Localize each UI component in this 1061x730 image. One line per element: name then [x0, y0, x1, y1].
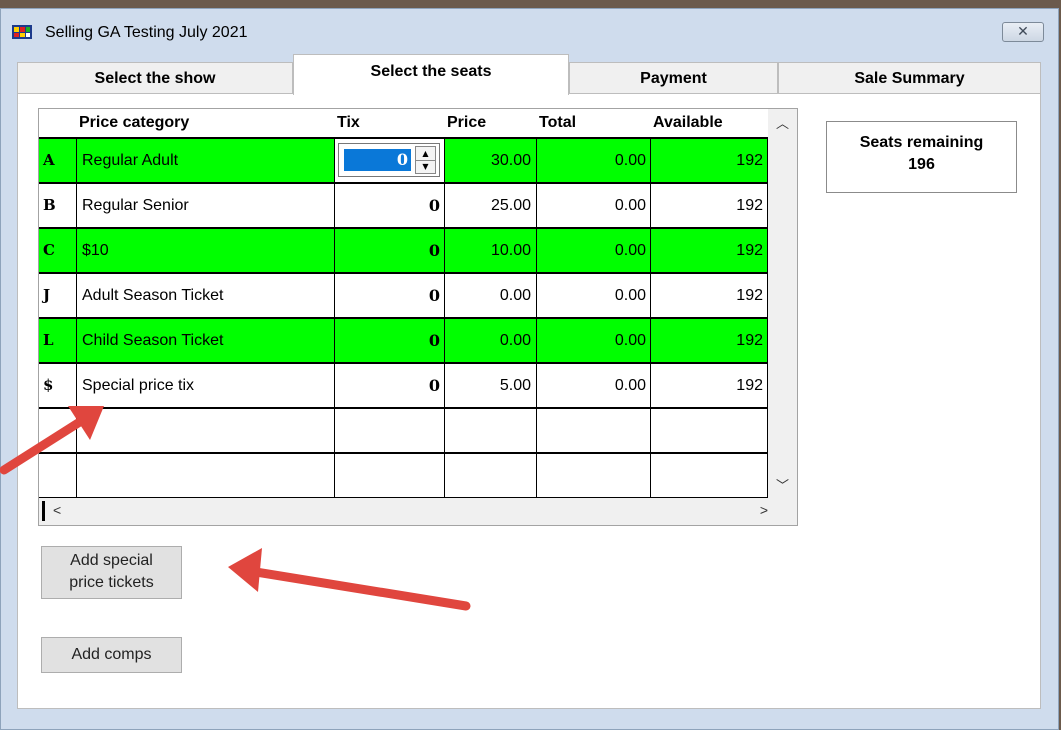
seats-remaining-label: Seats remaining [859, 134, 984, 151]
select-seats-panel: Price category Tix Price Total Available… [17, 93, 1041, 709]
row-category[interactable]: Child Season Ticket [76, 319, 334, 362]
row-available: 192 [650, 274, 768, 317]
row-code [39, 454, 76, 497]
window-title: Selling GA Testing July 2021 [45, 24, 248, 41]
row-code: J [43, 286, 51, 304]
row-available: 192 [650, 364, 768, 407]
scroll-right-icon[interactable]: > [760, 502, 768, 518]
column-header-available[interactable]: Available [650, 109, 768, 137]
table-row[interactable]: J Adult Season Ticket 0 0.00 0.00 192 [39, 272, 768, 317]
row-available [650, 409, 768, 452]
row-available: 192 [650, 319, 768, 362]
row-code: L [43, 331, 54, 349]
tab-select-show[interactable]: Select the show [17, 62, 293, 94]
row-total: 0.00 [536, 274, 650, 317]
row-price [444, 409, 536, 452]
row-category[interactable]: Regular Senior [76, 184, 334, 227]
scroll-up-icon[interactable]: ︿ [768, 113, 797, 133]
row-price: 0.00 [444, 319, 536, 362]
row-category[interactable]: $10 [76, 229, 334, 272]
row-code: A [43, 151, 55, 169]
ticket-sale-window: Selling GA Testing July 2021 ✕ Select th… [0, 8, 1059, 730]
add-comps-button[interactable]: Add comps [41, 637, 182, 673]
tix-quantity-stepper[interactable]: 0 ▲ ▼ [338, 143, 440, 177]
row-price: 0.00 [444, 274, 536, 317]
table-row[interactable]: C $10 0 10.00 0.00 192 [39, 227, 768, 272]
row-tix[interactable] [334, 409, 444, 452]
row-total: 0.00 [536, 184, 650, 227]
row-price: 30.00 [444, 139, 536, 182]
row-available: 192 [650, 184, 768, 227]
row-category[interactable]: Special price tix [76, 364, 334, 407]
vertical-scrollbar[interactable]: ︿ ﹀ [768, 109, 797, 499]
row-code: B [43, 196, 56, 214]
scroll-left-icon[interactable]: < [53, 502, 61, 518]
row-code: C [43, 241, 55, 259]
column-header-price[interactable]: Price [444, 109, 536, 137]
horizontal-scrollbar[interactable]: < > [39, 498, 797, 525]
row-tix[interactable]: 0 [334, 364, 444, 407]
row-tix[interactable]: 0 [334, 274, 444, 317]
row-total [536, 454, 650, 497]
add-special-price-tickets-button[interactable]: Add special price tickets [41, 546, 182, 599]
text-caret [42, 501, 45, 521]
tab-payment[interactable]: Payment [569, 62, 778, 94]
table-row[interactable]: A Regular Adult 0 ▲ ▼ 30.00 0.00 192 [39, 137, 768, 182]
row-category[interactable] [76, 454, 334, 497]
tix-quantity-input[interactable]: 0 [344, 149, 411, 171]
tab-select-seats[interactable]: Select the seats [293, 54, 569, 95]
price-category-grid: Price category Tix Price Total Available… [38, 108, 798, 526]
close-button[interactable]: ✕ [1002, 22, 1044, 42]
row-code [39, 409, 76, 452]
row-total: 0.00 [536, 319, 650, 362]
stepper-down-icon[interactable]: ▼ [416, 160, 435, 173]
row-category[interactable]: Adult Season Ticket [76, 274, 334, 317]
row-tix[interactable]: 0 [334, 319, 444, 362]
row-total: 0.00 [536, 364, 650, 407]
row-tix[interactable] [334, 454, 444, 497]
row-total: 0.00 [536, 139, 650, 182]
row-available: 192 [650, 139, 768, 182]
row-total [536, 409, 650, 452]
table-row[interactable]: L Child Season Ticket 0 0.00 0.00 192 [39, 317, 768, 362]
tab-bar: Select the show Select the seats Payment… [17, 54, 1041, 95]
button-label-line2: price tickets [69, 574, 154, 591]
row-tix[interactable]: 0 [334, 229, 444, 272]
table-row-empty[interactable] [39, 452, 768, 499]
row-price: 25.00 [444, 184, 536, 227]
seats-remaining-count: 196 [908, 156, 935, 173]
row-price: 5.00 [444, 364, 536, 407]
scroll-down-icon[interactable]: ﹀ [768, 475, 797, 495]
seats-remaining-box: Seats remaining 196 [826, 121, 1017, 193]
row-tix[interactable]: 0 [334, 184, 444, 227]
stepper-up-icon[interactable]: ▲ [416, 147, 435, 161]
table-row-empty[interactable] [39, 407, 768, 452]
app-ticket-icon [12, 25, 32, 39]
table-row[interactable]: B Regular Senior 0 25.00 0.00 192 [39, 182, 768, 227]
row-tix-cell[interactable]: 0 ▲ ▼ [334, 139, 444, 182]
stepper-buttons: ▲ ▼ [415, 146, 436, 174]
row-price: 10.00 [444, 229, 536, 272]
row-available: 192 [650, 229, 768, 272]
button-label-line1: Add special [70, 552, 153, 569]
title-bar[interactable]: Selling GA Testing July 2021 ✕ [1, 9, 1058, 49]
column-header-price-category[interactable]: Price category [76, 109, 334, 137]
row-category[interactable] [76, 409, 334, 452]
row-price [444, 454, 536, 497]
row-total: 0.00 [536, 229, 650, 272]
row-code: $ [43, 376, 54, 394]
column-header-tix[interactable]: Tix [334, 109, 444, 137]
column-header-total[interactable]: Total [536, 109, 650, 137]
close-icon: ✕ [1017, 23, 1029, 39]
row-category[interactable]: Regular Adult [76, 139, 334, 182]
row-available [650, 454, 768, 497]
table-row[interactable]: $ Special price tix 0 5.00 0.00 192 [39, 362, 768, 407]
tab-sale-summary[interactable]: Sale Summary [778, 62, 1041, 94]
